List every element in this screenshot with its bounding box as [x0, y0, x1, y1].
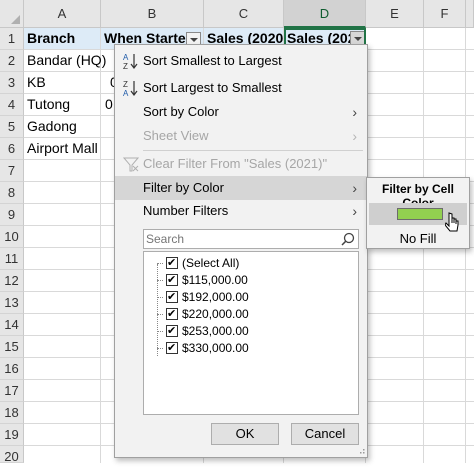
- row-header[interactable]: 15: [0, 336, 24, 358]
- cell-a5[interactable]: Gadong: [24, 116, 101, 138]
- cancel-button[interactable]: Cancel: [291, 423, 359, 445]
- row-header[interactable]: 6: [0, 138, 24, 160]
- value-list: (Select All) $115,000.00 $192,000.00 $22…: [143, 251, 359, 415]
- sort-ascending-label: Sort Smallest to Largest: [143, 53, 282, 68]
- column-header-a[interactable]: A: [24, 0, 101, 28]
- tree-branch: [157, 280, 163, 281]
- row-header[interactable]: 1: [0, 28, 24, 50]
- row-header[interactable]: 2: [0, 50, 24, 72]
- cell-b3-partial[interactable]: 0: [101, 72, 114, 94]
- checkbox[interactable]: [166, 306, 178, 323]
- row-header[interactable]: 19: [0, 424, 24, 446]
- cell-a4[interactable]: Tutong: [24, 94, 101, 116]
- clear-filter-icon: [123, 157, 139, 172]
- row-header[interactable]: 18: [0, 402, 24, 424]
- tree-branch: [157, 297, 163, 298]
- chevron-right-icon: ›: [352, 128, 357, 144]
- cell-a2[interactable]: Bandar (HQ): [24, 50, 114, 72]
- row-header[interactable]: 14: [0, 314, 24, 336]
- checkbox[interactable]: [166, 255, 178, 272]
- sheet-view-item[interactable]: Sheet View ›: [115, 124, 367, 148]
- list-item-label: $220,000.00: [182, 307, 249, 321]
- sort-ascending-icon: A Z: [123, 53, 138, 70]
- row-header[interactable]: 8: [0, 182, 24, 204]
- row-header[interactable]: 5: [0, 116, 24, 138]
- cell-a6[interactable]: Airport Mall: [24, 138, 114, 160]
- column-header-e[interactable]: E: [366, 0, 424, 28]
- mouse-pointer-icon: [445, 212, 459, 232]
- tree-branch: [157, 314, 163, 315]
- checkbox[interactable]: [166, 340, 178, 357]
- checkbox[interactable]: [166, 323, 178, 340]
- tree-line: [157, 264, 158, 356]
- svg-text:A: A: [123, 53, 129, 62]
- list-item-label: $115,000.00: [182, 273, 248, 287]
- tree-branch: [157, 331, 163, 332]
- menu-divider: [143, 150, 363, 151]
- row-header[interactable]: 20: [0, 446, 24, 464]
- chevron-right-icon: ›: [352, 104, 357, 120]
- sort-ascending-item[interactable]: A Z Sort Smallest to Largest: [115, 49, 367, 73]
- row-header[interactable]: 16: [0, 358, 24, 380]
- sort-by-color-item[interactable]: Sort by Color ›: [115, 100, 367, 124]
- row-header[interactable]: 7: [0, 160, 24, 182]
- autofilter-menu: A Z Sort Smallest to Largest Z A Sort La…: [114, 44, 368, 458]
- chevron-right-icon: ›: [352, 203, 357, 219]
- column-header-b[interactable]: B: [101, 0, 204, 28]
- column-header-f[interactable]: F: [424, 0, 466, 28]
- tree-branch: [157, 348, 163, 349]
- row-header[interactable]: 13: [0, 292, 24, 314]
- clear-filter-label: Clear Filter From "Sales (2021)": [143, 156, 328, 171]
- filter-by-color-item[interactable]: Filter by Color ›: [115, 176, 367, 200]
- number-filters-item[interactable]: Number Filters ›: [115, 199, 367, 223]
- cell-a1[interactable]: Branch: [24, 28, 101, 50]
- tree-branch: [157, 263, 163, 264]
- search-box[interactable]: [143, 229, 359, 249]
- column-header-g[interactable]: [466, 0, 474, 28]
- row-header[interactable]: 12: [0, 270, 24, 292]
- cell-a3[interactable]: KB: [24, 72, 101, 94]
- list-item-label: $330,000.00: [182, 341, 249, 355]
- svg-text:A: A: [123, 89, 129, 97]
- sheet-view-label: Sheet View: [143, 128, 209, 143]
- search-icon: [341, 232, 355, 246]
- row-header[interactable]: 17: [0, 380, 24, 402]
- green-color-swatch: [397, 208, 443, 220]
- list-item-label: $253,000.00: [182, 324, 249, 338]
- checkbox[interactable]: [166, 272, 178, 289]
- column-header-d[interactable]: D: [284, 0, 366, 28]
- row-header[interactable]: 10: [0, 226, 24, 248]
- cell-b4-partial[interactable]: 0:: [101, 94, 114, 116]
- select-all-corner[interactable]: [0, 0, 24, 28]
- chevron-right-icon: ›: [352, 180, 357, 196]
- sort-descending-icon: Z A: [123, 80, 138, 97]
- filter-by-color-label: Filter by Color: [143, 180, 224, 195]
- svg-text:Z: Z: [123, 80, 128, 89]
- sort-descending-label: Sort Largest to Smallest: [143, 80, 282, 95]
- clear-filter-item[interactable]: Clear Filter From "Sales (2021)": [115, 152, 367, 176]
- row-header[interactable]: 9: [0, 204, 24, 226]
- search-input[interactable]: [146, 231, 336, 247]
- number-filters-label: Number Filters: [143, 203, 229, 218]
- row-header[interactable]: 4: [0, 94, 24, 116]
- list-item-label: $192,000.00: [182, 290, 249, 304]
- row-header[interactable]: 11: [0, 248, 24, 270]
- svg-text:Z: Z: [123, 62, 128, 70]
- resize-grip-icon[interactable]: [357, 447, 365, 455]
- sort-by-color-label: Sort by Color: [143, 104, 219, 119]
- column-header-c[interactable]: C: [204, 0, 284, 28]
- sort-descending-item[interactable]: Z A Sort Largest to Smallest: [115, 76, 367, 100]
- checkbox[interactable]: [166, 289, 178, 306]
- row-header[interactable]: 3: [0, 72, 24, 94]
- list-item-label: (Select All): [182, 256, 240, 270]
- ok-button[interactable]: OK: [211, 423, 279, 445]
